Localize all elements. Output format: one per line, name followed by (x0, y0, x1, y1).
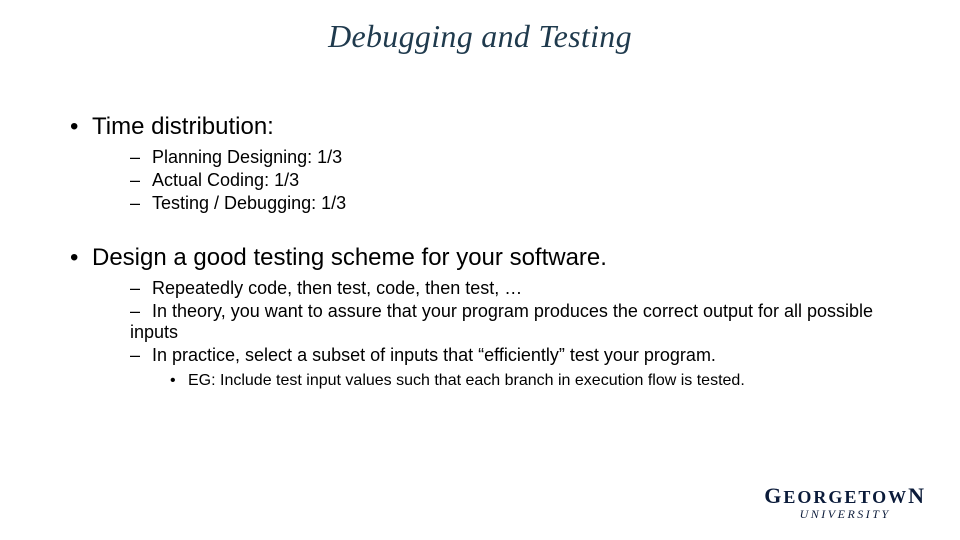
slide-title: Debugging and Testing (0, 0, 960, 55)
georgetown-logo: GEORGETOWN UNIVERSITY (764, 483, 926, 522)
text: Design a good testing scheme for your so… (92, 244, 607, 271)
subbullet: –In practice, select a subset of inputs … (130, 345, 890, 366)
slide-body: •Time distribution: –Planning Designing:… (0, 55, 960, 390)
text: Time distribution: (92, 113, 274, 140)
subbullet: –Planning Designing: 1/3 (130, 147, 890, 168)
subbullet: –Testing / Debugging: 1/3 (130, 193, 890, 214)
subsubbullet: •EG: Include test input values such that… (170, 372, 890, 390)
text: N (908, 483, 926, 508)
bullet-time-distribution: •Time distribution: (70, 113, 890, 141)
subbullet: –Repeatedly code, then test, code, then … (130, 278, 890, 299)
text: In practice, select a subset of inputs t… (152, 345, 716, 365)
bullet-design-scheme: •Design a good testing scheme for your s… (70, 244, 890, 272)
text: EORGETOW (783, 487, 908, 507)
subbullet: –In theory, you want to assure that your… (130, 301, 890, 343)
text: G (764, 483, 783, 508)
text: UNIVERSITY (764, 507, 926, 522)
text: Planning Designing: 1/3 (152, 147, 342, 167)
text: In theory, you want to assure that your … (130, 301, 873, 342)
subbullet: –Actual Coding: 1/3 (130, 170, 890, 191)
text: EG: Include test input values such that … (188, 372, 745, 389)
text: Repeatedly code, then test, code, then t… (152, 278, 522, 298)
slide: { "title": "Debugging and Testing", "s1"… (0, 0, 960, 540)
text: Testing / Debugging: 1/3 (152, 193, 346, 213)
text: Actual Coding: 1/3 (152, 170, 299, 190)
